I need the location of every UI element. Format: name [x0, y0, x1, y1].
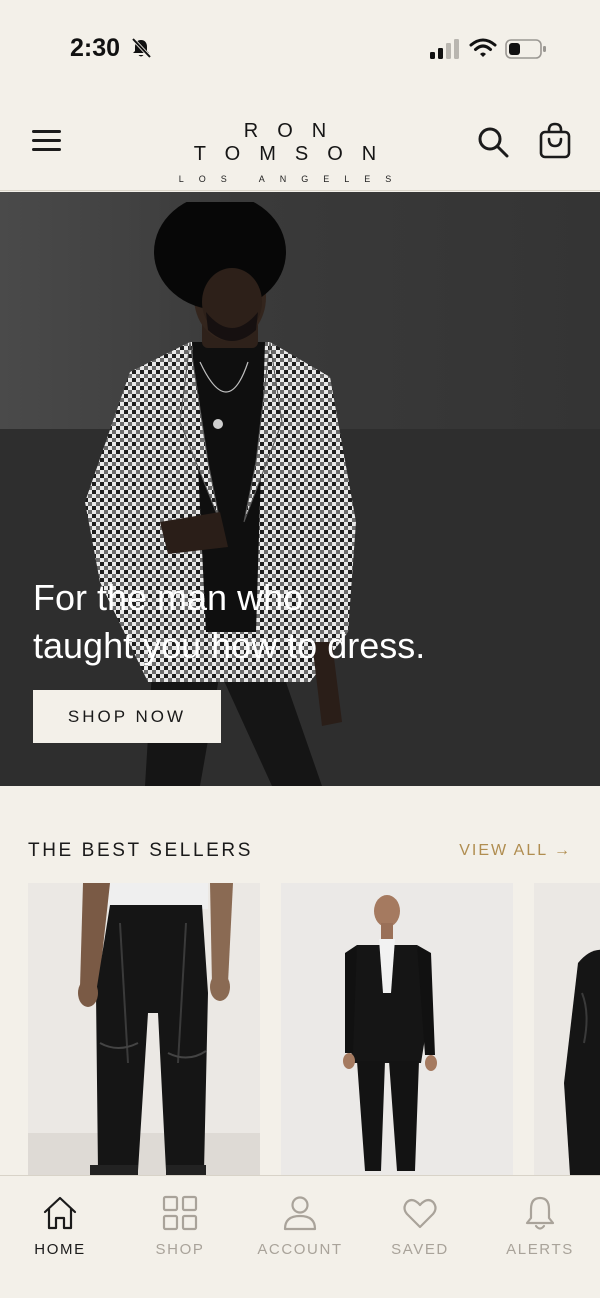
nav-home-label: HOME — [34, 1241, 86, 1258]
product-card[interactable] — [28, 883, 260, 1175]
battery-icon — [505, 39, 546, 59]
grid-icon — [162, 1195, 198, 1231]
nav-account[interactable]: ACCOUNT — [240, 1194, 360, 1264]
home-icon — [43, 1196, 77, 1230]
best-sellers-header: THE BEST SELLERS VIEW ALL → — [28, 840, 572, 864]
brand-location: LOS ANGELES — [178, 174, 407, 184]
nav-alerts-label: ALERTS — [506, 1241, 574, 1258]
hero-headline-line1: For the man who — [33, 577, 304, 618]
nav-alerts[interactable]: ALERTS — [480, 1194, 600, 1264]
nav-saved[interactable]: SAVED — [360, 1194, 480, 1264]
bell-icon — [525, 1196, 555, 1230]
wifi-icon — [469, 38, 497, 57]
nav-account-label: ACCOUNT — [257, 1241, 343, 1258]
nav-shop-label: SHOP — [155, 1241, 205, 1258]
product-card[interactable] — [534, 883, 600, 1175]
hero-headline-line2: taught you how to dress. — [33, 625, 426, 666]
nav-saved-label: SAVED — [391, 1241, 449, 1258]
nav-home[interactable]: HOME — [0, 1194, 120, 1264]
product-card[interactable] — [281, 883, 513, 1175]
app-header: RON TOMSON LOS ANGELES — [0, 96, 600, 191]
status-time: 2:30 — [70, 34, 121, 62]
product-image-leather-jacket — [534, 883, 600, 1175]
brand-name: RON TOMSON — [193, 120, 396, 165]
section-title: THE BEST SELLERS — [28, 840, 253, 861]
bell-slash-icon — [131, 37, 152, 59]
shop-now-button[interactable]: SHOP NOW — [33, 690, 221, 743]
product-image-leather-pants — [28, 883, 260, 1175]
nav-shop[interactable]: SHOP — [120, 1194, 240, 1264]
heart-icon — [403, 1198, 437, 1229]
search-icon[interactable] — [476, 125, 510, 159]
shopping-bag-icon[interactable] — [538, 122, 572, 160]
cellular-signal-icon — [430, 39, 459, 59]
status-bar: 2:30 — [0, 0, 600, 96]
brand-logo[interactable]: RON TOMSON LOS ANGELES — [115, 120, 455, 184]
product-image-black-suit — [281, 883, 513, 1175]
best-sellers-carousel[interactable] — [28, 883, 600, 1175]
hero-banner[interactable]: For the man who taught you how to dress.… — [0, 192, 600, 786]
view-all-link[interactable]: VIEW ALL → — [459, 842, 572, 860]
menu-icon[interactable] — [30, 128, 64, 154]
hero-headline: For the man who taught you how to dress. — [33, 574, 553, 670]
bottom-navigation: HOME SHOP ACCOUNT SAVED ALERTS — [0, 1175, 600, 1298]
user-icon — [283, 1196, 317, 1231]
